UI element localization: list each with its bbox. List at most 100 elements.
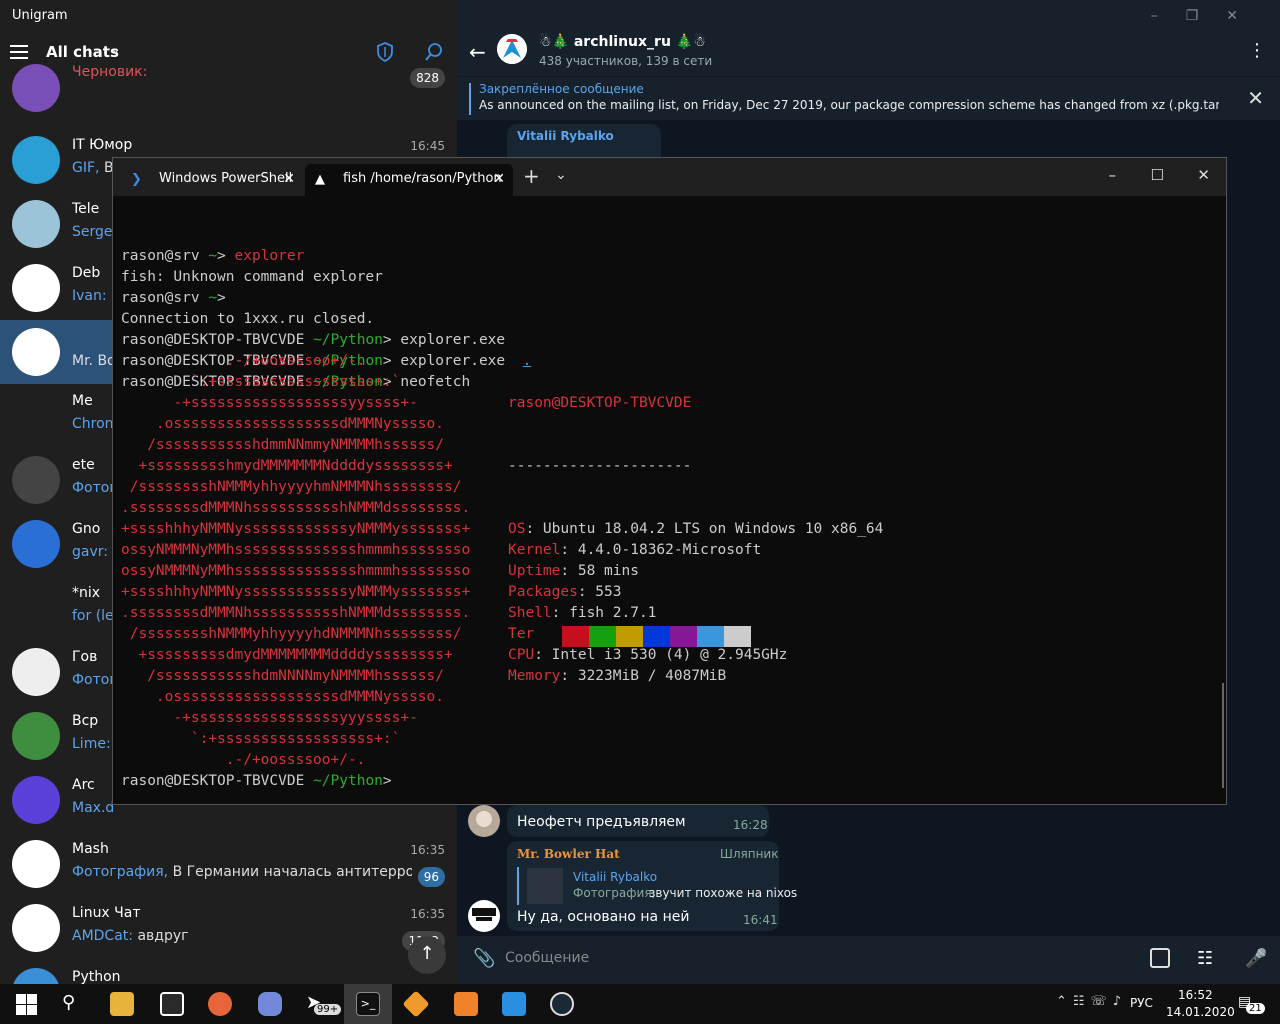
chat-name: Linux Чат	[72, 905, 141, 921]
sublime-merge-icon[interactable]	[402, 990, 430, 1018]
terminal-window[interactable]: ❯ Windows PowerShell ✕ ▲ fish /home/raso…	[112, 157, 1227, 805]
unread-badge: 96	[417, 867, 445, 887]
scrollbar[interactable]	[1222, 683, 1224, 788]
sticker-icon[interactable]: ☷	[1197, 948, 1213, 969]
terminal-icon[interactable]: >_	[356, 992, 380, 1016]
logo-line: -+ssssssssssssssssssyyssss+-	[121, 395, 418, 411]
pinned-label: Закреплённое сообщение	[479, 82, 644, 96]
firefox-icon[interactable]	[208, 992, 232, 1016]
reply-author: Vitalii Rybalko	[573, 870, 658, 884]
message-time: 16:28	[733, 818, 768, 832]
minimize-button[interactable]: –	[1109, 166, 1117, 184]
close-icon[interactable]: ✕	[493, 164, 505, 194]
discord-icon[interactable]	[258, 992, 282, 1016]
logo-line: /ssssssssssshdmmNNmmyNMMMMhssssss/	[121, 437, 445, 453]
avatar	[12, 64, 60, 112]
system-tray-icons[interactable]: ⌃☷☏♪	[1056, 994, 1127, 1009]
app-titlebar: Unigram	[0, 0, 457, 32]
close-icon[interactable]: ✕	[283, 164, 295, 194]
commands-icon[interactable]	[1150, 948, 1170, 968]
more-options-icon[interactable]: ⋮	[1248, 40, 1266, 61]
notification-count: 21	[1246, 1003, 1265, 1014]
logo-line: +sssshhhyNMMNyssssssssssssyNMMMysssssss+	[121, 584, 471, 600]
neofetch-info: rason@DESKTOP-TBVCVDE ------------------…	[508, 351, 883, 729]
avatar	[12, 264, 60, 312]
avatar	[12, 456, 60, 504]
message-bubble[interactable]: Неофетч предъявляем 16:28	[507, 805, 769, 837]
reply-thumbnail	[527, 868, 563, 904]
tab-fish[interactable]: ▲ fish /home/rason/Python ✕	[305, 164, 513, 196]
avatar	[12, 712, 60, 760]
chevron-down-icon[interactable]: ⌄	[555, 167, 567, 183]
chat-item[interactable]: Linux Чат16:35AMDCat: авдруг1122	[0, 896, 457, 960]
chat-name: Tele	[72, 201, 100, 217]
avatar	[12, 584, 60, 632]
chat-name: Gno	[72, 521, 101, 537]
neofetch-rows: OS: Ubuntu 18.04.2 LTS on Windows 10 x86…	[508, 519, 883, 687]
chat-name: Arc	[72, 777, 95, 793]
search-icon[interactable]: ⚲	[62, 992, 86, 1016]
tab-label: Windows PowerShell	[159, 171, 293, 186]
tab-label: fish /home/rason/Python	[343, 171, 502, 186]
color-swatches	[535, 626, 751, 648]
vscode-icon[interactable]	[502, 992, 526, 1016]
tab-powershell[interactable]: ❯ Windows PowerShell ✕	[121, 164, 303, 196]
chat-item[interactable]: PythonIlyosiddin: Все просто попробуй вы…	[0, 960, 457, 984]
pinned-text: As announced on the mailing list, on Fri…	[479, 98, 1219, 112]
clock-date[interactable]: 14.01.2020	[1166, 1005, 1235, 1019]
chat-name: Python	[72, 969, 121, 984]
clock-time[interactable]: 16:52	[1178, 988, 1213, 1002]
chat-item[interactable]: Mash 16:35 Фотография, В Германии началась…	[0, 832, 457, 896]
attach-icon[interactable]: 📎	[473, 948, 495, 969]
maximize-button[interactable]: ☐	[1151, 166, 1164, 184]
avatar[interactable]	[468, 805, 500, 837]
color-swatch	[562, 626, 589, 647]
message-composer: 📎 Сообщение ☷ 🎤	[457, 936, 1280, 984]
store-icon[interactable]	[160, 992, 184, 1016]
channel-avatar[interactable]	[497, 34, 527, 64]
chat-name: IT Юмор	[72, 137, 133, 153]
window-controls[interactable]: –❐✕	[1151, 8, 1266, 24]
info-row: Kernel: 4.4.0-18362-Microsoft	[508, 542, 762, 558]
terminal-output[interactable]: rason@srv ~> explorer fish: Unknown comma…	[121, 204, 883, 789]
logo-line: ossyNMMMNyMMhsssssssssssssshmmmhssssssso	[121, 563, 471, 579]
language-indicator[interactable]: РУС	[1130, 996, 1153, 1010]
avatar	[12, 968, 60, 984]
avatar[interactable]	[468, 900, 500, 932]
logo-line: `:+ssssssssssssssssss+:`	[121, 731, 401, 747]
logo-line: .-/+oossssoo+/-.	[121, 353, 366, 369]
terminal-tab-strip: ❯ Windows PowerShell ✕ ▲ fish /home/raso…	[113, 158, 1226, 196]
scroll-to-top-button[interactable]: ↑	[408, 936, 446, 974]
logo-line: .ssssssssdMMMNhsssssssssshNMMMdssssssss.	[121, 500, 471, 516]
windows-start-icon[interactable]	[14, 992, 38, 1016]
color-swatch	[670, 626, 697, 647]
pinned-message-bar[interactable]: Закреплённое сообщение As announced on t…	[457, 76, 1280, 120]
color-swatch	[589, 626, 616, 647]
chevron-down-icon[interactable]: ⌄	[110, 42, 121, 57]
telegram-unread-badge: 99+	[314, 1004, 342, 1015]
microphone-icon[interactable]: 🎤	[1245, 948, 1267, 969]
message-author: Mr. Bowler Hat	[517, 847, 620, 861]
sublime-text-icon[interactable]	[454, 992, 478, 1016]
avatar	[12, 904, 60, 952]
chat-preview: Черновик:	[72, 64, 148, 80]
file-explorer-icon[interactable]	[110, 992, 134, 1016]
taskbar: ⚲ ➤ 99+ >_ ⌃☷☏♪ РУС 16:52 14.01.2020 ▤	[0, 984, 1280, 1024]
message-bubble[interactable]: Mr. Bowler Hat Шляпник Vitalii Rybalko Ф…	[507, 841, 797, 931]
avatar	[12, 520, 60, 568]
neofetch-logo: .-/+oossssoo+/-. `:+ssssssssssssssssss+:…	[121, 351, 470, 771]
back-arrow-icon[interactable]: ←	[469, 40, 486, 64]
steam-icon[interactable]	[550, 992, 574, 1016]
neofetch-separator: ---------------------	[508, 458, 692, 474]
terminal-line: rason@DESKTOP-TBVCVDE ~/Python>	[121, 773, 392, 789]
neofetch-user: rason@DESKTOP-TBVCVDE	[508, 395, 692, 411]
new-tab-button[interactable]: +	[523, 164, 540, 188]
message-input[interactable]: Сообщение	[505, 950, 589, 966]
close-icon[interactable]: ✕	[1247, 86, 1264, 110]
reply-preview[interactable]: Vitalii Rybalko Фотография, звучит похож…	[517, 867, 797, 905]
close-button[interactable]: ✕	[1197, 166, 1210, 184]
logo-line: /sssssssshNMMMyhhyyyyhmNMMMNhssssssss/	[121, 479, 462, 495]
terminal-prompt[interactable]: rason@DESKTOP-TBVCVDE ~/Python>	[121, 771, 392, 792]
powershell-icon: ❯	[131, 172, 142, 187]
chat-item[interactable]: Черновик: 828	[0, 56, 457, 112]
